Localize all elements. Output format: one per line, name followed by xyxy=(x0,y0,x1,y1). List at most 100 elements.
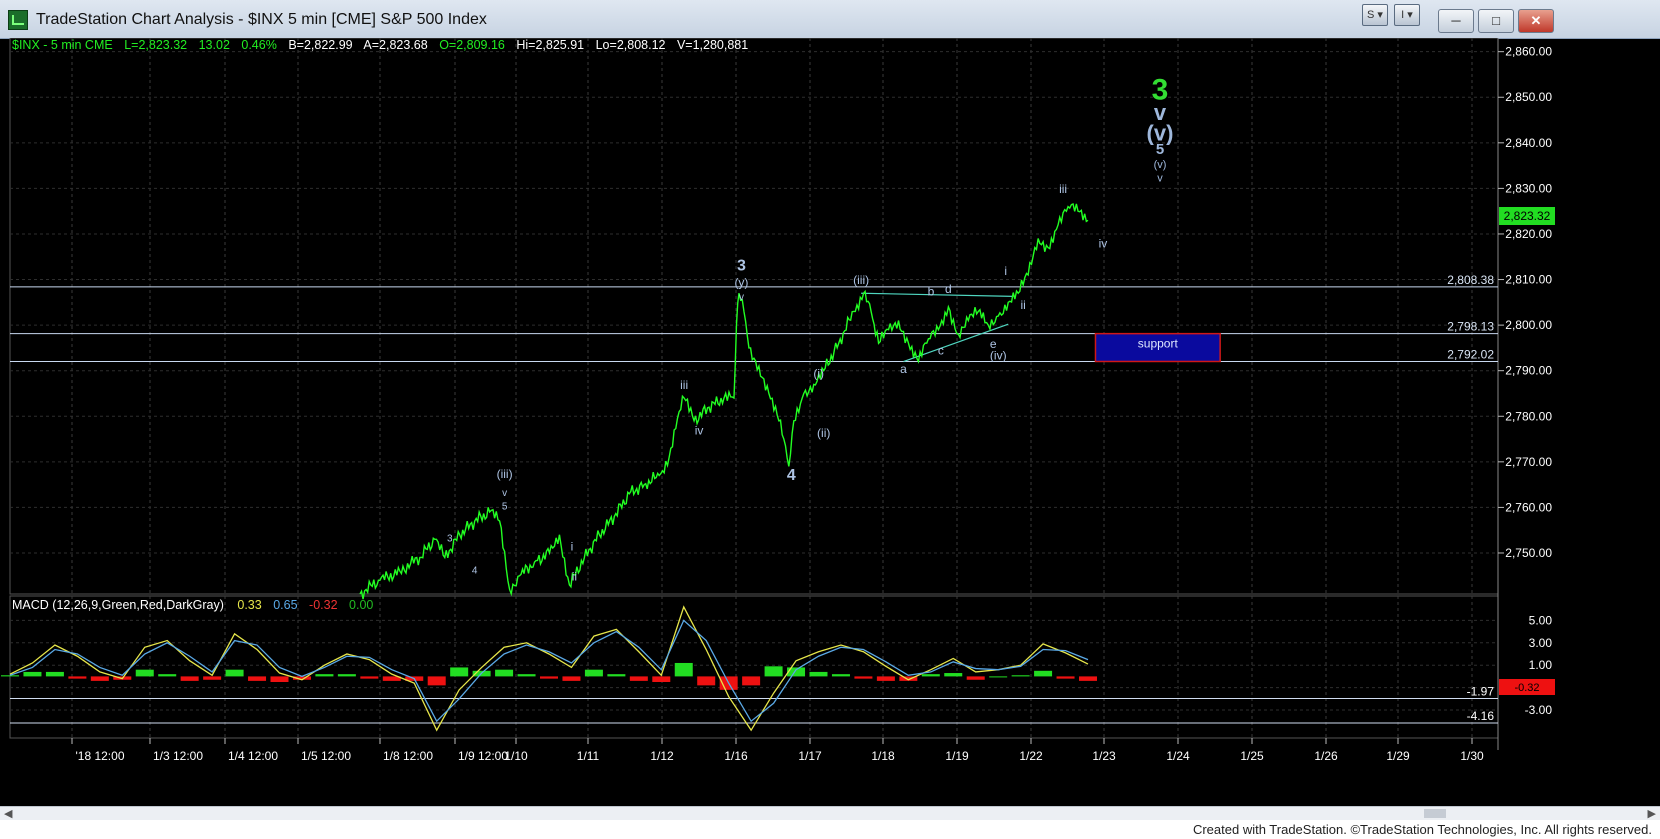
time-tick-label: 1/25 xyxy=(1240,749,1264,763)
support-zone[interactable]: support xyxy=(1094,332,1221,363)
macd-histogram-bar xyxy=(540,676,558,679)
price-tick-label: 2,810.00 xyxy=(1505,273,1552,287)
wave-label: v xyxy=(739,292,744,303)
wave-label: 4 xyxy=(787,467,796,484)
macd-histogram-bar xyxy=(495,669,514,677)
scroll-left-icon[interactable]: ◀ xyxy=(4,807,12,820)
i-menu-button[interactable]: I ▾ xyxy=(1394,4,1420,26)
wave-label: iv xyxy=(695,423,704,437)
title-bar: TradeStation Chart Analysis - $INX 5 min… xyxy=(0,0,1660,39)
macd-histogram-bar xyxy=(450,667,469,677)
macd-histogram-bar xyxy=(23,671,42,677)
price-tick-label: 2,780.00 xyxy=(1505,409,1552,423)
wave-label: (i) xyxy=(813,367,824,381)
macd-diff-value: -0.32 xyxy=(309,598,338,612)
macd-histogram-bar xyxy=(270,676,289,682)
macd-zero-value: 0.00 xyxy=(349,598,373,612)
price-tick-label: 2,760.00 xyxy=(1505,500,1552,514)
time-tick-label: 1/5 12:00 xyxy=(301,749,351,763)
macd-histogram-bar xyxy=(90,676,109,681)
macd-histogram-bar xyxy=(1056,676,1075,679)
wave-label: ii xyxy=(572,569,577,583)
time-tick-label: 1/19 xyxy=(945,749,969,763)
macd-histogram-bar xyxy=(1079,676,1097,681)
scroll-right-icon[interactable]: ▶ xyxy=(1648,807,1656,820)
scroll-thumb[interactable] xyxy=(1424,809,1446,818)
macd-histogram-bar xyxy=(652,676,671,682)
wave-label: (iii) xyxy=(853,273,869,287)
macd-histogram-bar xyxy=(921,674,940,677)
wave-count-label: v xyxy=(1157,173,1163,185)
macd-histogram-bar xyxy=(45,671,64,677)
macd-histogram-bar xyxy=(876,676,895,681)
macd-histogram-bar xyxy=(854,676,873,679)
time-tick-label: '18 12:00 xyxy=(75,749,124,763)
macd-histogram-bar xyxy=(68,676,87,679)
price-tick-label: 2,770.00 xyxy=(1505,455,1552,469)
wave-label: iii xyxy=(1059,182,1067,196)
wave-count-label: 5 xyxy=(1156,141,1164,158)
macd-histogram-bar xyxy=(1,675,19,677)
close-button[interactable]: ✕ xyxy=(1518,9,1554,33)
wave-label: 4 xyxy=(472,565,478,576)
quote-ask: A=2,823.68 xyxy=(363,38,427,52)
macd-header: MACD (12,26,9,Green,Red,DarkGray) 0.33 0… xyxy=(12,598,373,612)
support-label: support xyxy=(1138,337,1179,351)
time-tick-label: 1/18 xyxy=(871,749,895,763)
macd-histogram-bar xyxy=(1011,675,1030,677)
macd-tick-label: 3.00 xyxy=(1529,636,1553,650)
last-price-tag: 2,823.32 xyxy=(1504,209,1551,223)
wave-label: i xyxy=(1004,264,1007,278)
macd-histogram-bar xyxy=(337,674,356,677)
price-pane xyxy=(9,38,1499,595)
wave-label: (y) xyxy=(734,275,748,289)
s-menu-button[interactable]: S ▾ xyxy=(1362,4,1388,26)
wave-label: (iii) xyxy=(497,467,513,481)
wave-label: b xyxy=(928,284,935,298)
minimize-button[interactable]: ─ xyxy=(1438,9,1474,33)
time-tick-label: 1/30 xyxy=(1460,749,1484,763)
price-tick-label: 2,830.00 xyxy=(1505,181,1552,195)
macd-tag: -0.32 xyxy=(1514,682,1539,694)
wave-label: 5 xyxy=(502,502,508,513)
time-tick-label: 1/24 xyxy=(1166,749,1190,763)
macd-axis: 5.003.001.00-1.00-3.00 xyxy=(1525,613,1553,717)
time-tick-label: 1/12 xyxy=(650,749,674,763)
quote-net-change: 13.02 xyxy=(199,38,230,52)
wave-label: 3 xyxy=(737,257,746,274)
chart-area[interactable]: 2,808.38 2,798.13 2,792.02 support 3 4 (iii)… xyxy=(0,38,1660,816)
wave-count-label: (v) xyxy=(1154,159,1167,171)
macd-value: 0.33 xyxy=(237,598,261,612)
macd-histogram-bar xyxy=(584,669,603,677)
macd-histogram-bar xyxy=(562,676,581,681)
macd-histogram-bar xyxy=(158,674,177,677)
wave-label: iv xyxy=(1099,237,1108,251)
time-tick-label: 1/22 xyxy=(1019,749,1043,763)
macd-histogram-bar xyxy=(180,676,199,681)
window-title: TradeStation Chart Analysis - $INX 5 min… xyxy=(36,11,487,28)
macd-histogram-bar xyxy=(831,674,850,677)
time-tick-label: 1/11 xyxy=(577,749,600,763)
macd-histogram-bar xyxy=(944,673,963,677)
macd-histogram-bar xyxy=(225,669,244,677)
macd-tick-label: 5.00 xyxy=(1529,613,1553,627)
horizontal-scrollbar[interactable]: ◀ ▶ xyxy=(0,806,1660,821)
macd-histogram-bar xyxy=(764,666,783,677)
macd-tick-label: -3.00 xyxy=(1525,703,1553,717)
macd-histogram-bar xyxy=(203,676,222,680)
quote-volume: V=1,280,881 xyxy=(677,38,748,52)
time-tick-label: 1/17 xyxy=(798,749,822,763)
time-tick-label: 1/26 xyxy=(1314,749,1338,763)
quote-pct-change: 0.46% xyxy=(241,38,276,52)
macd-histogram-bar xyxy=(989,676,1008,678)
quote-open: O=2,809.16 xyxy=(439,38,505,52)
maximize-button[interactable]: □ xyxy=(1478,9,1514,33)
time-tick-label: 1/10 xyxy=(504,749,528,763)
quote-low: Lo=2,808.12 xyxy=(596,38,666,52)
level-label: 2,798.13 xyxy=(1447,320,1494,334)
wave-label: i xyxy=(571,540,574,554)
tradestation-app-icon xyxy=(8,10,28,30)
price-tick-label: 2,850.00 xyxy=(1505,90,1552,104)
time-tick-label: 1/9 12:00 xyxy=(458,749,508,763)
wave-label: ii xyxy=(1021,298,1026,312)
